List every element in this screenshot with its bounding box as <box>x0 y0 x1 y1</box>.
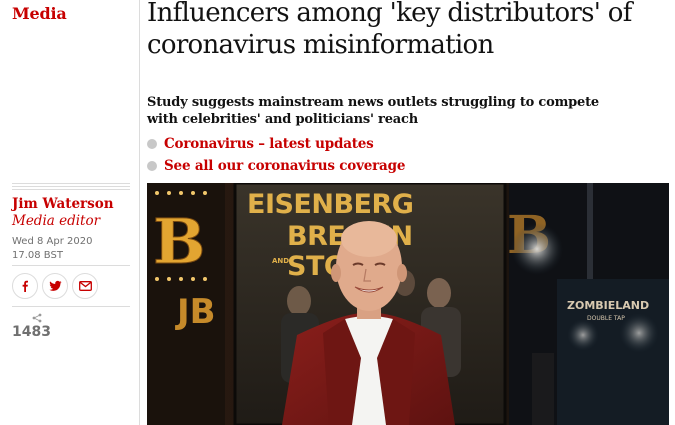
dateline: Wed 8 Apr 2020 17.08 BST <box>12 235 92 263</box>
share-facebook-button[interactable] <box>12 273 38 299</box>
share-email-button[interactable] <box>72 273 98 299</box>
column-divider <box>139 0 140 425</box>
section-label[interactable]: Media <box>12 4 67 23</box>
twitter-icon <box>49 280 61 291</box>
author-name[interactable]: Jim Waterson <box>12 196 114 212</box>
poster-title-right: ZOMBIELAND <box>567 299 649 312</box>
article-main-image: B JB EISENBERG BRESLIN AND STONE B ZOMBI… <box>147 183 669 425</box>
link-all-coverage[interactable]: See all our coronavirus coverage <box>164 158 405 174</box>
bullet-icon <box>147 161 157 171</box>
marquee-letters: JB <box>175 292 216 332</box>
related-links: Coronavirus – latest updates See all our… <box>147 133 405 177</box>
link-latest-updates[interactable]: Coronavirus – latest updates <box>164 136 374 152</box>
bullet-icon <box>147 139 157 149</box>
divider <box>12 265 130 266</box>
poster-subtitle-right: DOUBLE TAP <box>587 315 625 322</box>
poster-text-1: EISENBERG <box>247 189 413 220</box>
publish-date: Wed 8 Apr 2020 <box>12 236 93 247</box>
share-count: 1483 <box>12 324 51 340</box>
article-standfirst: Study suggests mainstream news outlets s… <box>147 95 599 127</box>
facebook-icon <box>22 280 28 292</box>
byline-divider <box>12 183 130 192</box>
share-buttons <box>12 273 98 299</box>
list-item: See all our coronavirus coverage <box>147 155 405 177</box>
publish-time: 17.08 BST <box>12 250 63 261</box>
left-column: Media Jim Waterson Media editor Wed 8 Ap… <box>0 0 139 425</box>
article-headline: Influencers among 'key distributors' of … <box>147 0 632 60</box>
marquee-letter: B <box>153 205 205 278</box>
email-icon <box>78 281 92 291</box>
share-icon <box>32 313 42 323</box>
list-item: Coronavirus – latest updates <box>147 133 405 155</box>
divider <box>12 306 130 307</box>
author-role[interactable]: Media editor <box>12 213 100 229</box>
share-twitter-button[interactable] <box>42 273 68 299</box>
